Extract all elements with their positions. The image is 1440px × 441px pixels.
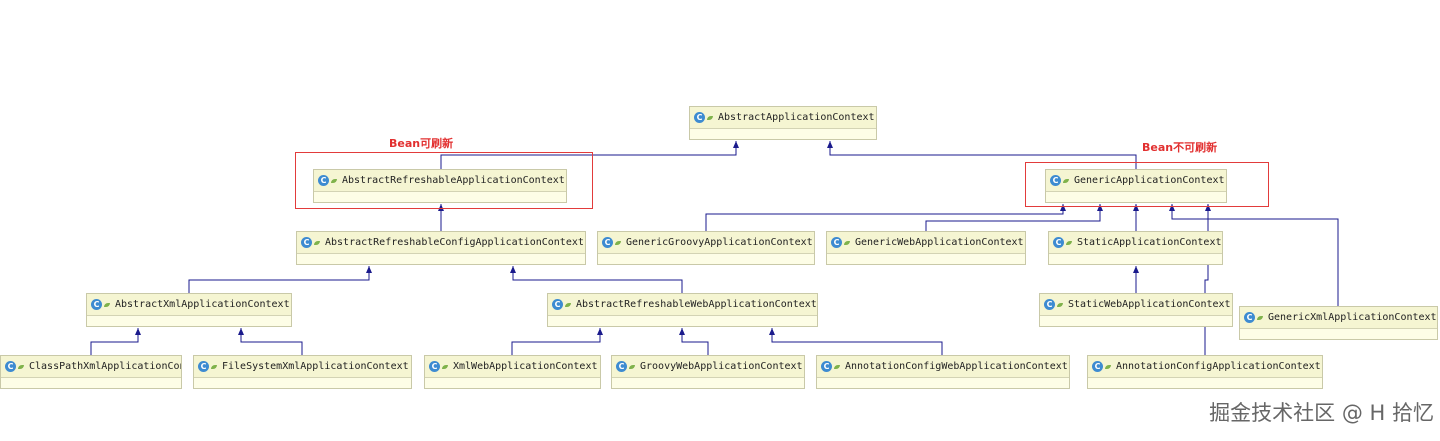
class-node-acwac[interactable]: C AnnotationConfigWebApplicationContext [816, 355, 1070, 389]
class-name: AbstractRefreshableConfigApplicationCont… [325, 237, 584, 248]
arrowhead-icon [827, 141, 833, 148]
class-icon: C [301, 237, 312, 248]
class-node-gwac[interactable]: C GenericWebApplicationContext [826, 231, 1026, 265]
group-box-refreshable [295, 152, 593, 209]
leaf-icon [1066, 240, 1072, 245]
leaf-icon [834, 364, 840, 369]
leaf-icon [565, 302, 571, 307]
class-node-acac[interactable]: C AnnotationConfigApplicationContext [1087, 355, 1323, 389]
leaf-icon [1105, 364, 1111, 369]
class-icon: C [1092, 361, 1103, 372]
class-name: AbstractXmlApplicationContext [115, 299, 290, 310]
arrowhead-icon [135, 328, 141, 335]
class-name: GenericXmlApplicationContext [1268, 312, 1437, 323]
class-icon: C [1053, 237, 1064, 248]
arrowhead-icon [238, 328, 244, 335]
arrowhead-icon [510, 266, 516, 273]
edge-cpxac-to-axac [90, 328, 141, 355]
edge-acac-to-gac [1204, 204, 1211, 355]
leaf-icon [1257, 315, 1263, 320]
class-name: XmlWebApplicationContext [453, 361, 598, 372]
class-node-swac[interactable]: C StaticWebApplicationContext [1039, 293, 1233, 327]
class-name: GenericWebApplicationContext [855, 237, 1024, 248]
group-label-refreshable: Bean可刷新 [389, 137, 454, 150]
leaf-icon [18, 364, 24, 369]
edge-acwac-to-arwac [769, 328, 943, 355]
arrowhead-icon [597, 328, 603, 335]
edge-xwac-to-arwac [511, 328, 603, 355]
class-icon: C [91, 299, 102, 310]
leaf-icon [615, 240, 621, 245]
class-node-fsxac[interactable]: C FileSystemXmlApplicationContext [193, 355, 412, 389]
arrowhead-icon [733, 141, 739, 148]
arrowhead-icon [679, 328, 685, 335]
class-icon: C [1244, 312, 1255, 323]
class-node-axac[interactable]: C AbstractXmlApplicationContext [86, 293, 292, 327]
class-name: ClassPathXmlApplicationContext [29, 361, 181, 372]
leaf-icon [844, 240, 850, 245]
arrowhead-icon [769, 328, 775, 335]
edge-axac-to-arcac [188, 266, 372, 293]
class-hierarchy-diagram: C AbstractApplicationContext C AbstractRefr… [0, 0, 1440, 441]
class-name: StaticApplicationContext [1077, 237, 1222, 248]
class-node-cpxac[interactable]: C ClassPathXmlApplicationContext [0, 355, 182, 389]
edge-sac-to-gac [1133, 204, 1139, 231]
class-icon: C [694, 112, 705, 123]
leaf-icon [314, 240, 320, 245]
class-icon: C [198, 361, 209, 372]
group-label-not-refreshable: Bean不可刷新 [1142, 141, 1218, 154]
class-name: FileSystemXmlApplicationContext [222, 361, 409, 372]
edge-fsxac-to-axac [238, 328, 303, 355]
class-node-ggac[interactable]: C GenericGroovyApplicationContext [597, 231, 815, 265]
leaf-icon [104, 302, 110, 307]
leaf-icon [707, 115, 713, 120]
leaf-icon [1057, 302, 1063, 307]
class-node-gvwac[interactable]: C GroovyWebApplicationContext [611, 355, 805, 389]
arrowhead-icon [366, 266, 372, 273]
arrowhead-icon [1133, 266, 1139, 273]
class-name: GenericGroovyApplicationContext [626, 237, 813, 248]
edge-gvwac-to-arwac [679, 328, 709, 355]
leaf-icon [629, 364, 635, 369]
class-icon: C [602, 237, 613, 248]
class-icon: C [821, 361, 832, 372]
class-icon: C [831, 237, 842, 248]
class-node-gxac[interactable]: C GenericXmlApplicationContext [1239, 306, 1438, 340]
class-icon: C [616, 361, 627, 372]
class-icon: C [552, 299, 563, 310]
edge-swac-to-sac [1133, 266, 1139, 293]
class-node-arwac[interactable]: C AbstractRefreshableWebApplicationContex… [547, 293, 818, 327]
class-name: AnnotationConfigWebApplicationContext [845, 361, 1068, 372]
class-icon: C [1044, 299, 1055, 310]
class-name: AbstractRefreshableWebApplicationContext [576, 299, 817, 310]
edge-gwac-to-gac [925, 204, 1103, 231]
class-node-xwac[interactable]: C XmlWebApplicationContext [424, 355, 601, 389]
class-name: AbstractApplicationContext [718, 112, 875, 123]
edge-arwac-to-arcac [510, 266, 683, 293]
class-icon: C [429, 361, 440, 372]
group-box-not-refreshable [1025, 162, 1269, 207]
class-node-aac[interactable]: C AbstractApplicationContext [689, 106, 877, 140]
watermark: 掘金技术社区 @ H 拾忆 [1209, 401, 1434, 425]
class-name: GroovyWebApplicationContext [640, 361, 803, 372]
class-name: StaticWebApplicationContext [1068, 299, 1231, 310]
leaf-icon [442, 364, 448, 369]
class-name: AnnotationConfigApplicationContext [1116, 361, 1321, 372]
edge-ggac-to-gac [705, 204, 1066, 231]
class-node-arcac[interactable]: C AbstractRefreshableConfigApplicationCon… [296, 231, 586, 265]
class-node-sac[interactable]: C StaticApplicationContext [1048, 231, 1223, 265]
leaf-icon [211, 364, 217, 369]
class-icon: C [5, 361, 16, 372]
